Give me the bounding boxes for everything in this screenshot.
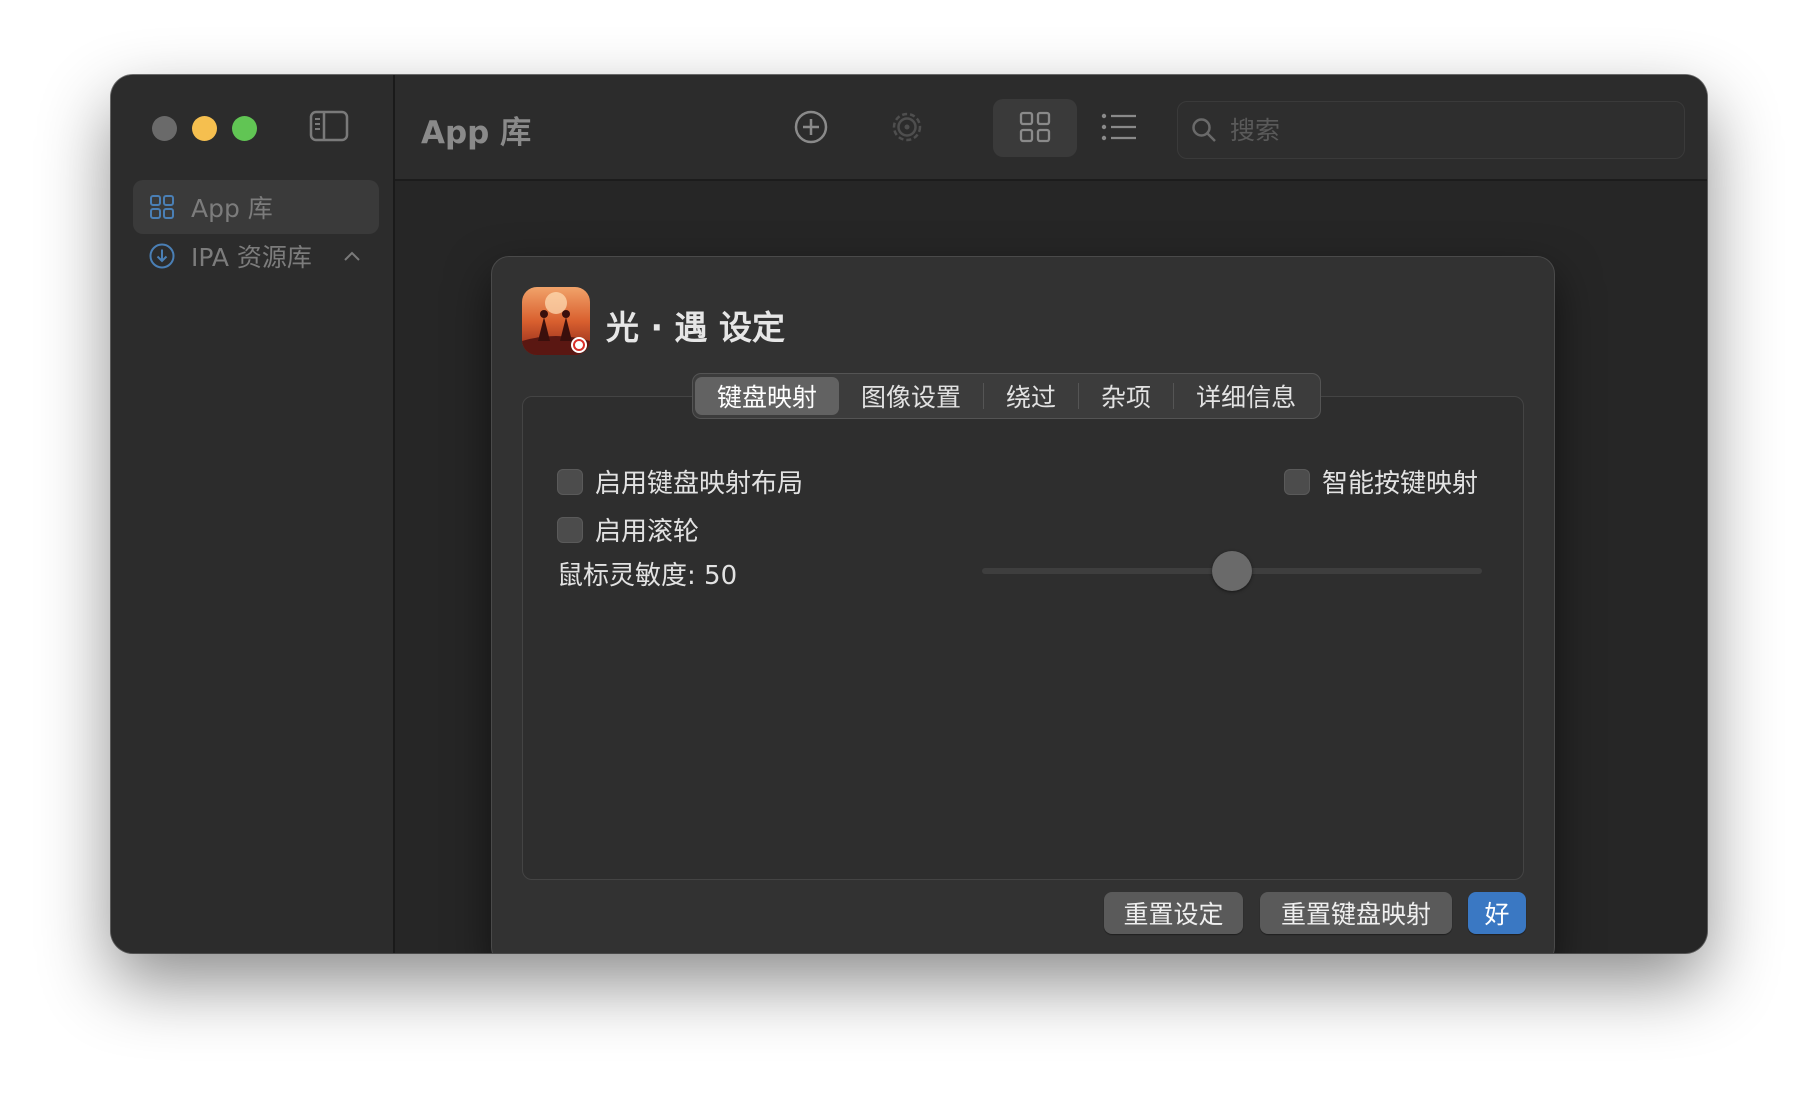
sidebar-item-ipa-library[interactable]: IPA 资源库 — [133, 229, 379, 283]
list-view-icon[interactable] — [1097, 105, 1141, 149]
toolbar: App 库 — [395, 75, 1707, 181]
search-field[interactable] — [1177, 101, 1685, 159]
search-icon — [1190, 116, 1218, 144]
tab-misc[interactable]: 杂项 — [1079, 377, 1173, 415]
minimize-window-button[interactable] — [192, 116, 217, 141]
tab-details[interactable]: 详细信息 — [1174, 377, 1318, 415]
dialog-title: 光 · 遇 设定 — [606, 308, 786, 347]
grid-view-icon[interactable] — [1013, 105, 1057, 149]
smart-keymap-option[interactable]: 智能按键映射 — [1284, 463, 1478, 500]
tab-bar: 键盘映射 图像设置 绕过 杂项 详细信息 — [692, 373, 1322, 419]
enable-scroll-option[interactable]: 启用滚轮 — [557, 511, 699, 548]
enable-keymap-checkbox[interactable] — [557, 468, 583, 495]
search-input[interactable] — [1228, 114, 1684, 146]
close-window-button[interactable] — [152, 116, 177, 141]
smart-keymap-checkbox[interactable] — [1284, 468, 1310, 495]
settings-dialog: 光 · 遇 设定 启用键盘映射布局 智能按键映射 启用滚轮 鼠标灵敏度: 50 … — [491, 256, 1555, 953]
sidebar-item-label: IPA 资源库 — [191, 243, 312, 272]
reset-settings-button[interactable]: 重置设定 — [1104, 892, 1243, 934]
sensitivity-slider-thumb[interactable] — [1212, 551, 1252, 591]
smart-keymap-label: 智能按键映射 — [1322, 469, 1479, 499]
sidebar-item-label: App 库 — [191, 194, 273, 223]
enable-scroll-label: 启用滚轮 — [595, 517, 700, 547]
enable-scroll-checkbox[interactable] — [557, 516, 583, 543]
ok-button[interactable]: 好 — [1468, 892, 1526, 934]
sensitivity-label: 鼠标灵敏度: 50 — [557, 561, 738, 591]
reset-keymap-button[interactable]: 重置键盘映射 — [1260, 892, 1452, 934]
grid-icon — [147, 192, 177, 222]
sidebar-item-app-library[interactable]: App 库 — [133, 180, 379, 234]
sensitivity-slider[interactable] — [982, 551, 1482, 591]
chevron-up-icon[interactable] — [343, 250, 361, 262]
sidebar-toggle-icon[interactable] — [309, 109, 349, 143]
maximize-window-button[interactable] — [232, 116, 257, 141]
enable-keymap-option[interactable]: 启用键盘映射布局 — [557, 463, 803, 500]
tab-bypass[interactable]: 绕过 — [984, 377, 1078, 415]
tab-panel-keymap: 启用键盘映射布局 智能按键映射 启用滚轮 鼠标灵敏度: 50 — [522, 396, 1524, 880]
download-circle-icon — [147, 241, 177, 271]
app-window: App 库 IPA 资源库 App 库 搜索 光 · 遇 设定 启用键盘映射布局… — [111, 75, 1707, 953]
app-icon — [522, 287, 590, 355]
page-title: App 库 — [421, 115, 532, 151]
sidebar: App 库 IPA 资源库 — [111, 75, 395, 953]
tab-graphics[interactable]: 图像设置 — [839, 377, 983, 415]
enable-keymap-label: 启用键盘映射布局 — [595, 469, 804, 499]
add-icon[interactable] — [789, 105, 833, 149]
tab-keymap[interactable]: 键盘映射 — [695, 377, 840, 415]
gear-icon[interactable] — [885, 105, 929, 149]
